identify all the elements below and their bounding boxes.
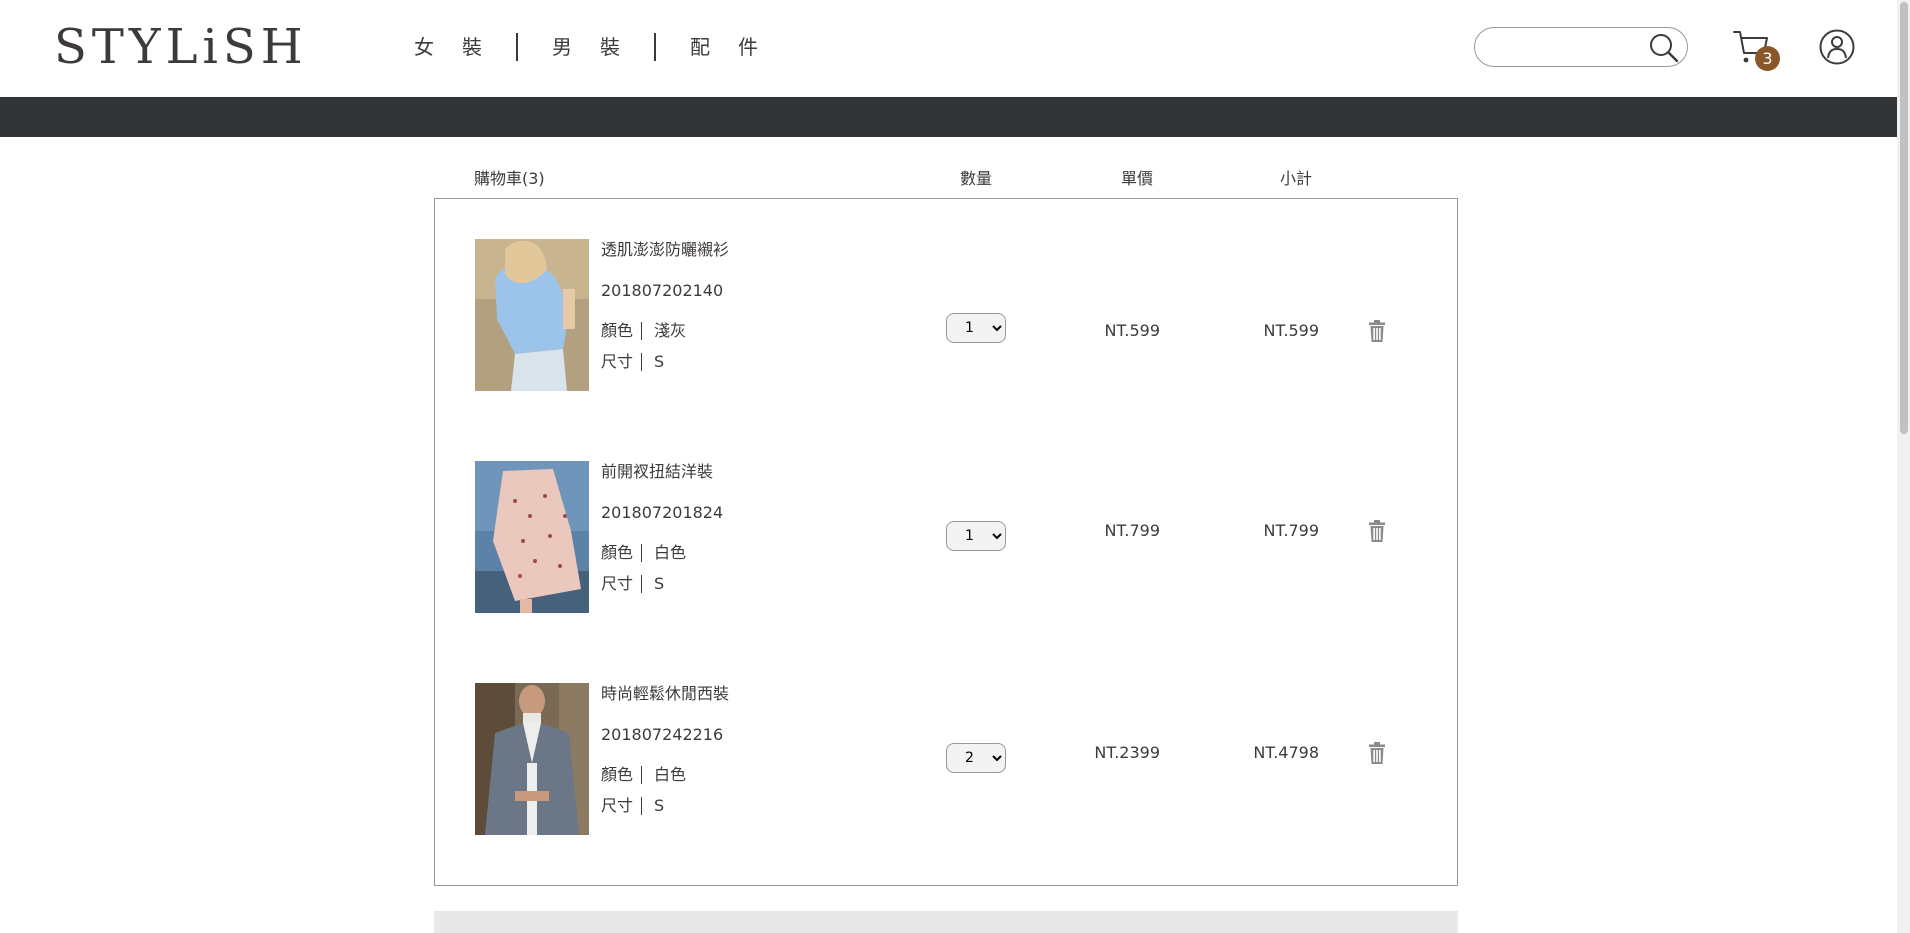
nav-divider [654,33,656,61]
cart-button[interactable]: 3 [1731,27,1780,75]
product-name: 前開衩扭結洋裝 [601,462,714,481]
color-label: 顏色 [601,321,634,340]
cart-item: 前開衩扭結洋裝 201807201824 顏色 白色 尺寸 S 1 NT.799… [435,461,1457,621]
attr-divider [641,797,643,815]
size-label: 尺寸 [601,574,634,593]
trash-icon[interactable] [1365,741,1389,765]
column-header-unit-price: 單價 [1121,169,1154,188]
product-name: 透肌澎澎防曬襯衫 [601,240,730,259]
nav-divider [516,33,518,61]
product-id: 201807201824 [601,503,724,522]
attr-divider [641,353,643,371]
subtotal: NT.4798 [1253,743,1319,762]
color-value: 淺灰 [654,321,687,340]
product-size: 尺寸 S [601,573,664,595]
search-box [1474,27,1688,67]
scrollbar-thumb[interactable] [1900,2,1908,434]
column-header-quantity: 數量 [960,169,993,188]
member-icon[interactable] [1818,28,1856,66]
header-divider-bar [0,97,1897,137]
unit-price: NT.599 [1104,321,1160,340]
attr-divider [641,766,643,784]
trash-icon[interactable] [1365,519,1389,543]
column-header-subtotal: 小計 [1280,169,1313,188]
nav-item-accessories[interactable]: 配件 [674,30,786,64]
attr-divider [641,575,643,593]
cart-item: 透肌澎澎防曬襯衫 201807202140 顏色 淺灰 尺寸 S 1 NT.59… [435,239,1457,399]
attr-divider [641,544,643,562]
color-value: 白色 [654,543,687,562]
subtotal: NT.799 [1263,521,1319,540]
cart-title: 購物車(3) [474,169,545,188]
product-id: 201807202140 [601,281,724,300]
color-label: 顏色 [601,765,634,784]
quantity-select[interactable]: 2 [946,743,1006,773]
unit-price: NT.2399 [1094,743,1160,762]
product-color: 顏色 白色 [601,764,686,786]
product-color: 顏色 淺灰 [601,320,686,342]
nav-item-men[interactable]: 男裝 [536,30,648,64]
main-nav: 女裝 男裝 配件 [398,30,786,64]
product-color: 顏色 白色 [601,542,686,564]
size-value: S [654,574,665,593]
page-scrollbar[interactable] [1897,0,1910,933]
unit-price: NT.799 [1104,521,1160,540]
trash-icon[interactable] [1365,319,1389,343]
site-logo[interactable]: STYLiSH [54,18,308,76]
subtotal: NT.599 [1263,321,1319,340]
cart-item-list: 透肌澎澎防曬襯衫 201807202140 顏色 淺灰 尺寸 S 1 NT.59… [434,198,1458,886]
size-label: 尺寸 [601,352,634,371]
search-icon[interactable] [1647,31,1681,65]
order-info-panel [434,911,1458,933]
quantity-select[interactable]: 1 [946,521,1006,551]
product-image[interactable] [475,461,589,613]
size-label: 尺寸 [601,796,634,815]
product-name: 時尚輕鬆休閒西裝 [601,684,730,703]
color-value: 白色 [654,765,687,784]
product-size: 尺寸 S [601,795,664,817]
product-size: 尺寸 S [601,351,664,373]
size-value: S [654,352,665,371]
quantity-select[interactable]: 1 [946,313,1006,343]
product-image[interactable] [475,239,589,391]
attr-divider [641,322,643,340]
product-id: 201807242216 [601,725,724,744]
size-value: S [654,796,665,815]
product-image[interactable] [475,683,589,835]
site-header: STYLiSH 女裝 男裝 配件 3 [0,0,1897,97]
color-label: 顏色 [601,543,634,562]
cart-item: 時尚輕鬆休閒西裝 201807242216 顏色 白色 尺寸 S 2 NT.23… [435,683,1457,843]
nav-item-women[interactable]: 女裝 [398,30,510,64]
search-input[interactable] [1489,34,1639,60]
cart-count-badge: 3 [1755,46,1780,71]
